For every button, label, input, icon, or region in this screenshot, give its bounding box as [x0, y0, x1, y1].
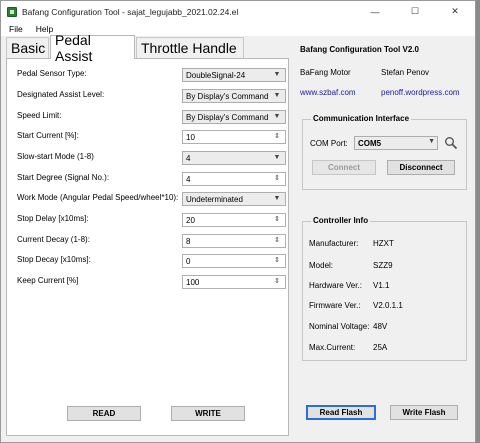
- info-label: Manufacturer:: [309, 239, 359, 248]
- communication-interface-group: Communication Interface: [302, 114, 467, 190]
- field-label: Start Degree (Signal No.):: [17, 173, 110, 182]
- field-label: Designated Assist Level:: [17, 90, 105, 99]
- field-label: Stop Delay [x10ms]:: [17, 214, 89, 223]
- write-button[interactable]: WRITE: [171, 406, 245, 421]
- group-title: Controller Info: [311, 216, 371, 225]
- row-speed-limit: Speed Limit: By Display's Command ▼: [17, 110, 286, 124]
- spin-arrows-icon[interactable]: ⇕: [271, 277, 283, 287]
- write-flash-button[interactable]: Write Flash: [390, 405, 458, 420]
- chevron-down-icon: ▼: [273, 71, 281, 78]
- field-label: Work Mode (Angular Pedal Speed/wheel*10)…: [17, 193, 179, 202]
- select-value: By Display's Command: [186, 113, 269, 122]
- field-label: Stop Decay [x10ms]:: [17, 255, 91, 264]
- stop-delay-stepper[interactable]: 20 ⇕: [182, 213, 286, 227]
- stepper-value: 4: [186, 175, 191, 184]
- minimize-button[interactable]: —: [355, 1, 395, 22]
- chevron-down-icon: ▼: [273, 195, 281, 202]
- com-port-select[interactable]: COM5 ▼: [354, 136, 438, 150]
- slow-start-mode-select[interactable]: 4 ▼: [182, 151, 286, 165]
- info-value: HZXT: [373, 239, 394, 248]
- window-title: Bafang Configuration Tool - sajat_leguja…: [22, 6, 239, 17]
- connect-button[interactable]: Connect: [312, 160, 376, 175]
- author-link[interactable]: penoff.wordpress.com: [381, 88, 460, 97]
- field-label: Speed Limit:: [17, 111, 62, 120]
- title-bar: Bafang Configuration Tool - sajat_leguja…: [1, 1, 475, 22]
- info-value: V2.0.1.1: [373, 301, 403, 310]
- menu-file[interactable]: File: [1, 24, 28, 34]
- spin-arrows-icon[interactable]: ⇕: [271, 174, 283, 184]
- stepper-value: 0: [186, 257, 191, 266]
- company-name: BaFang Motor: [300, 68, 351, 77]
- select-value: DoubleSignal-24: [186, 71, 246, 80]
- info-value: V1.1: [373, 281, 390, 290]
- company-link[interactable]: www.szbaf.com: [300, 88, 356, 97]
- row-keep-current: Keep Current [%] 100 ⇕: [17, 275, 286, 289]
- pedal-sensor-type-select[interactable]: DoubleSignal-24 ▼: [182, 68, 286, 82]
- select-value: 4: [186, 154, 191, 163]
- chevron-down-icon: ▼: [273, 154, 281, 161]
- group-title: Communication Interface: [311, 114, 412, 123]
- start-current-stepper[interactable]: 10 ⇕: [182, 130, 286, 144]
- search-icon[interactable]: [444, 136, 458, 150]
- stepper-value: 20: [186, 216, 195, 225]
- stepper-value: 8: [186, 237, 191, 246]
- stepper-value: 100: [186, 278, 200, 287]
- row-stop-delay: Stop Delay [x10ms]: 20 ⇕: [17, 213, 286, 227]
- chevron-down-icon: ▼: [273, 113, 281, 120]
- info-value: 48V: [373, 322, 388, 331]
- author-name: Stefan Penov: [381, 68, 430, 77]
- row-pedal-sensor-type: Pedal Sensor Type: DoubleSignal-24 ▼: [17, 68, 286, 82]
- start-degree-stepper[interactable]: 4 ⇕: [182, 172, 286, 186]
- disconnect-button[interactable]: Disconnect: [387, 160, 455, 175]
- stop-decay-stepper[interactable]: 0 ⇕: [182, 254, 286, 268]
- chevron-down-icon: ▼: [273, 92, 281, 99]
- field-label: Slow-start Mode (1-8): [17, 152, 94, 161]
- info-label: Firmware Ver.:: [309, 301, 361, 310]
- menu-help[interactable]: Help: [28, 24, 58, 34]
- select-value: Undeterminated: [186, 195, 243, 204]
- info-label: Model:: [309, 261, 334, 270]
- close-button[interactable]: ✕: [435, 1, 475, 22]
- spin-arrows-icon[interactable]: ⇕: [271, 132, 283, 142]
- tab-basic[interactable]: Basic: [6, 37, 49, 58]
- keep-current-stepper[interactable]: 100 ⇕: [182, 275, 286, 289]
- field-label: Pedal Sensor Type:: [17, 69, 87, 78]
- spin-arrows-icon[interactable]: ⇕: [271, 236, 283, 246]
- row-slow-start-mode: Slow-start Mode (1-8) 4 ▼: [17, 151, 286, 165]
- designated-assist-level-select[interactable]: By Display's Command ▼: [182, 89, 286, 103]
- chevron-down-icon: ▼: [428, 138, 435, 145]
- info-label: Max.Current:: [309, 343, 356, 352]
- row-work-mode: Work Mode (Angular Pedal Speed/wheel*10)…: [17, 192, 286, 206]
- field-label: Keep Current [%]: [17, 276, 79, 285]
- info-label: Hardware Ver.:: [309, 281, 362, 290]
- app-info-title: Bafang Configuration Tool V2.0: [300, 45, 419, 54]
- read-flash-button[interactable]: Read Flash: [306, 405, 376, 420]
- row-current-decay: Current Decay (1-8): 8 ⇕: [17, 234, 286, 248]
- spin-arrows-icon[interactable]: ⇕: [271, 256, 283, 266]
- speed-limit-select[interactable]: By Display's Command ▼: [182, 110, 286, 124]
- app-icon: [7, 6, 17, 17]
- stepper-value: 10: [186, 133, 195, 142]
- row-stop-decay: Stop Decay [x10ms]: 0 ⇕: [17, 254, 286, 268]
- field-label: Start Current [%]:: [17, 131, 79, 140]
- row-start-current: Start Current [%]: 10 ⇕: [17, 130, 286, 144]
- current-decay-stepper[interactable]: 8 ⇕: [182, 234, 286, 248]
- field-label: Current Decay (1-8):: [17, 235, 90, 244]
- select-value: By Display's Command: [186, 92, 269, 101]
- row-start-degree: Start Degree (Signal No.): 4 ⇕: [17, 172, 286, 186]
- read-button[interactable]: READ: [67, 406, 141, 421]
- row-designated-assist-level: Designated Assist Level: By Display's Co…: [17, 89, 286, 103]
- tab-throttle-handle[interactable]: Throttle Handle: [136, 37, 244, 58]
- info-value: 25A: [373, 343, 388, 352]
- info-label: Nominal Voltage:: [309, 322, 370, 331]
- select-value: COM5: [358, 139, 382, 148]
- tab-pedal-assist[interactable]: Pedal Assist: [50, 32, 135, 64]
- spin-arrows-icon[interactable]: ⇕: [271, 215, 283, 225]
- info-value: SZZ9: [373, 261, 393, 270]
- maximize-button[interactable]: ☐: [395, 1, 435, 22]
- work-mode-select[interactable]: Undeterminated ▼: [182, 192, 286, 206]
- com-port-label: COM Port:: [310, 139, 348, 148]
- pedal-assist-panel: Pedal Sensor Type: DoubleSignal-24 ▼ Des…: [6, 58, 289, 436]
